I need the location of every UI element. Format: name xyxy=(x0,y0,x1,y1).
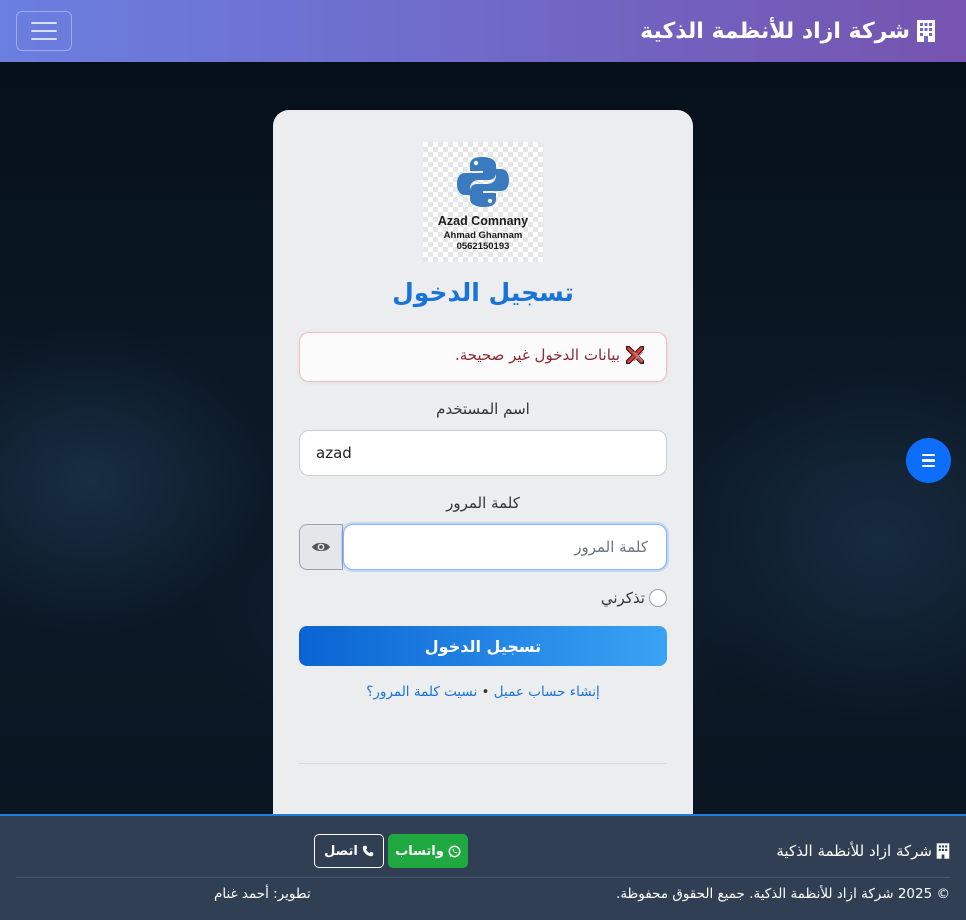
hamburger-line xyxy=(31,38,57,40)
whatsapp-button[interactable]: واتساب xyxy=(388,834,468,868)
remember-me-radio[interactable] xyxy=(649,589,667,607)
logo-company-text: Azad Comnany xyxy=(437,214,529,228)
remember-me-label: تذكرني xyxy=(600,589,645,607)
logo-person-text: Ahmad Ghannam xyxy=(443,230,523,241)
call-label: اتصل xyxy=(324,843,358,859)
card-divider xyxy=(299,763,667,764)
password-input[interactable] xyxy=(343,524,667,570)
login-card: Azad Comnany Ahmad Ghannam 0562150193 تس… xyxy=(273,110,693,830)
register-link[interactable]: إنشاء حساب عميل xyxy=(494,684,600,700)
building-icon xyxy=(936,843,950,859)
footer-divider xyxy=(16,877,950,878)
login-submit-button[interactable]: تسجيل الدخول xyxy=(299,626,667,666)
floating-menu-button[interactable] xyxy=(906,438,951,483)
whatsapp-label: واتساب xyxy=(395,843,444,859)
hamburger-line xyxy=(31,30,57,32)
navbar-brand[interactable]: شركة ازاد للأنظمة الذكية xyxy=(640,14,936,48)
footer-brand: شركة ازاد للأنظمة الذكية xyxy=(776,842,950,860)
error-alert-content: بيانات الدخول غير صحيحة. xyxy=(454,345,645,365)
auth-links: إنشاء حساب عميل • نسيت كلمة المرور؟ xyxy=(273,684,693,700)
links-separator: • xyxy=(481,684,490,700)
brand-name: شركة ازاد للأنظمة الذكية xyxy=(640,18,910,44)
whatsapp-icon xyxy=(448,845,461,857)
alert-close-button[interactable]: × xyxy=(628,347,648,367)
hamburger-menu-button[interactable] xyxy=(16,11,72,51)
building-icon xyxy=(916,20,936,42)
company-logo: Azad Comnany Ahmad Ghannam 0562150193 xyxy=(423,142,543,262)
login-title: تسجيل الدخول xyxy=(392,278,574,307)
copyright-text: © 2025 شركة ازاد للأنظمة الذكية. جميع ال… xyxy=(616,886,950,902)
fab-line xyxy=(922,453,935,457)
phone-icon xyxy=(362,845,374,857)
error-alert: بيانات الدخول غير صحيحة. × xyxy=(299,332,667,382)
forgot-password-link[interactable]: نسيت كلمة المرور؟ xyxy=(366,684,477,700)
password-label: كلمة المرور xyxy=(446,494,520,512)
footer: شركة ازاد للأنظمة الذكية واتساب اتصل © 2… xyxy=(0,814,966,920)
logo-phone-text: 0562150193 xyxy=(456,241,510,252)
fab-line xyxy=(922,464,935,468)
error-message: بيانات الدخول غير صحيحة. xyxy=(454,346,620,364)
username-input[interactable] xyxy=(299,430,667,476)
footer-brand-name: شركة ازاد للأنظمة الذكية xyxy=(776,842,932,860)
toggle-password-visibility-button[interactable] xyxy=(299,524,343,570)
python-logo-icon xyxy=(457,157,509,207)
navbar: شركة ازاد للأنظمة الذكية xyxy=(0,0,966,62)
username-label: اسم المستخدم xyxy=(436,400,530,418)
eye-icon xyxy=(312,542,330,552)
developer-credit: تطوير: أحمد غنام xyxy=(214,886,311,902)
call-button[interactable]: اتصل xyxy=(314,834,384,868)
remember-me-checkbox[interactable]: تذكرني xyxy=(601,589,667,607)
hamburger-line xyxy=(31,22,57,24)
fab-line xyxy=(922,459,935,462)
